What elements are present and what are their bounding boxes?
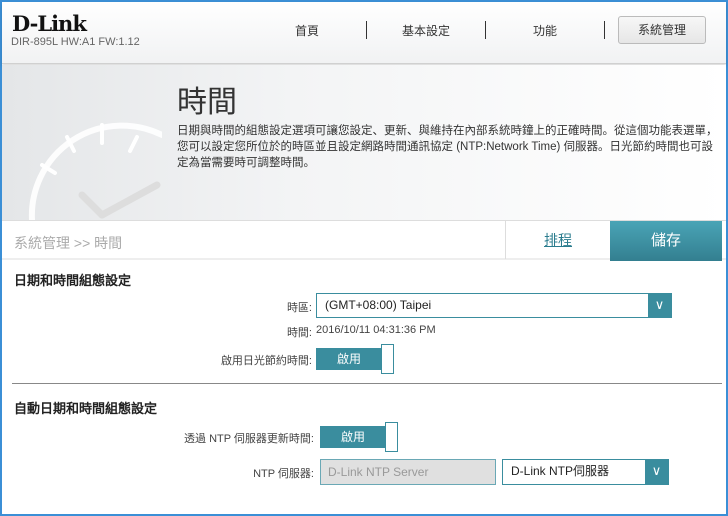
timezone-label: 時區: bbox=[286, 302, 312, 314]
nav-settings[interactable]: 基本設定 bbox=[376, 22, 476, 39]
chevron-down-icon: ∨ bbox=[648, 294, 671, 317]
page-description: 日期與時間的組態設定選項可讓您設定、更新、與維持在內部系統時鐘上的正確時間。從這… bbox=[177, 125, 718, 169]
ntp-server-select-value: D-Link NTP伺服器 bbox=[511, 464, 610, 478]
ntp-toggle-label: 啟用 bbox=[320, 426, 386, 448]
toggle-knob bbox=[385, 422, 398, 452]
timezone-value: (GMT+08:00) Taipei bbox=[325, 298, 432, 312]
dst-toggle-label: 啟用 bbox=[316, 348, 382, 370]
nav-management[interactable]: 系統管理 bbox=[618, 16, 706, 44]
toggle-knob bbox=[381, 344, 394, 374]
ntp-update-label: 透過 NTP 伺服器更新時間: bbox=[184, 433, 314, 445]
section-divider bbox=[12, 383, 722, 384]
save-button[interactable]: 儲存 bbox=[610, 221, 722, 261]
page-title: 時間 bbox=[177, 86, 237, 119]
nav-divider bbox=[604, 21, 605, 39]
nav-home[interactable]: 首頁 bbox=[257, 22, 357, 39]
schedule-link[interactable]: 排程 bbox=[505, 221, 610, 259]
model-info: DIR-895L HW:A1 FW:1.12 bbox=[11, 36, 140, 48]
nav-divider bbox=[485, 21, 486, 39]
chevron-down-icon: ∨ bbox=[645, 460, 668, 484]
nav-divider bbox=[366, 21, 367, 39]
section-title-auto-datetime: 自動日期和時間組態設定 bbox=[14, 401, 158, 416]
top-header: D-Link DIR-895L HW:A1 FW:1.12 首頁 基本設定 功能… bbox=[2, 2, 726, 64]
nav-features[interactable]: 功能 bbox=[495, 22, 595, 39]
ntp-server-label: NTP 伺服器: bbox=[253, 468, 314, 480]
breadcrumb: 系統管理 >> 時間 bbox=[14, 235, 123, 251]
ntp-server-select[interactable]: D-Link NTP伺服器 ∨ bbox=[502, 459, 669, 485]
dlink-logo: D-Link bbox=[12, 11, 87, 36]
ntp-server-input[interactable]: D-Link NTP Server bbox=[320, 459, 496, 485]
dst-label: 啟用日光節約時間: bbox=[220, 355, 312, 367]
time-value: 2016/10/11 04:31:36 PM bbox=[316, 324, 436, 336]
clock-icon bbox=[28, 122, 162, 220]
dst-toggle[interactable]: 啟用 bbox=[316, 344, 394, 374]
ntp-toggle[interactable]: 啟用 bbox=[320, 422, 398, 452]
breadcrumb-bar: 系統管理 >> 時間 排程 儲存 bbox=[2, 220, 726, 261]
page-banner: 時間 日期與時間的組態設定選項可讓您設定、更新、與維持在內部系統時鐘上的正確時間… bbox=[2, 65, 726, 220]
section-title-datetime: 日期和時間組態設定 bbox=[14, 273, 132, 288]
time-label: 時間: bbox=[286, 327, 312, 339]
timezone-select[interactable]: (GMT+08:00) Taipei ∨ bbox=[316, 293, 672, 318]
